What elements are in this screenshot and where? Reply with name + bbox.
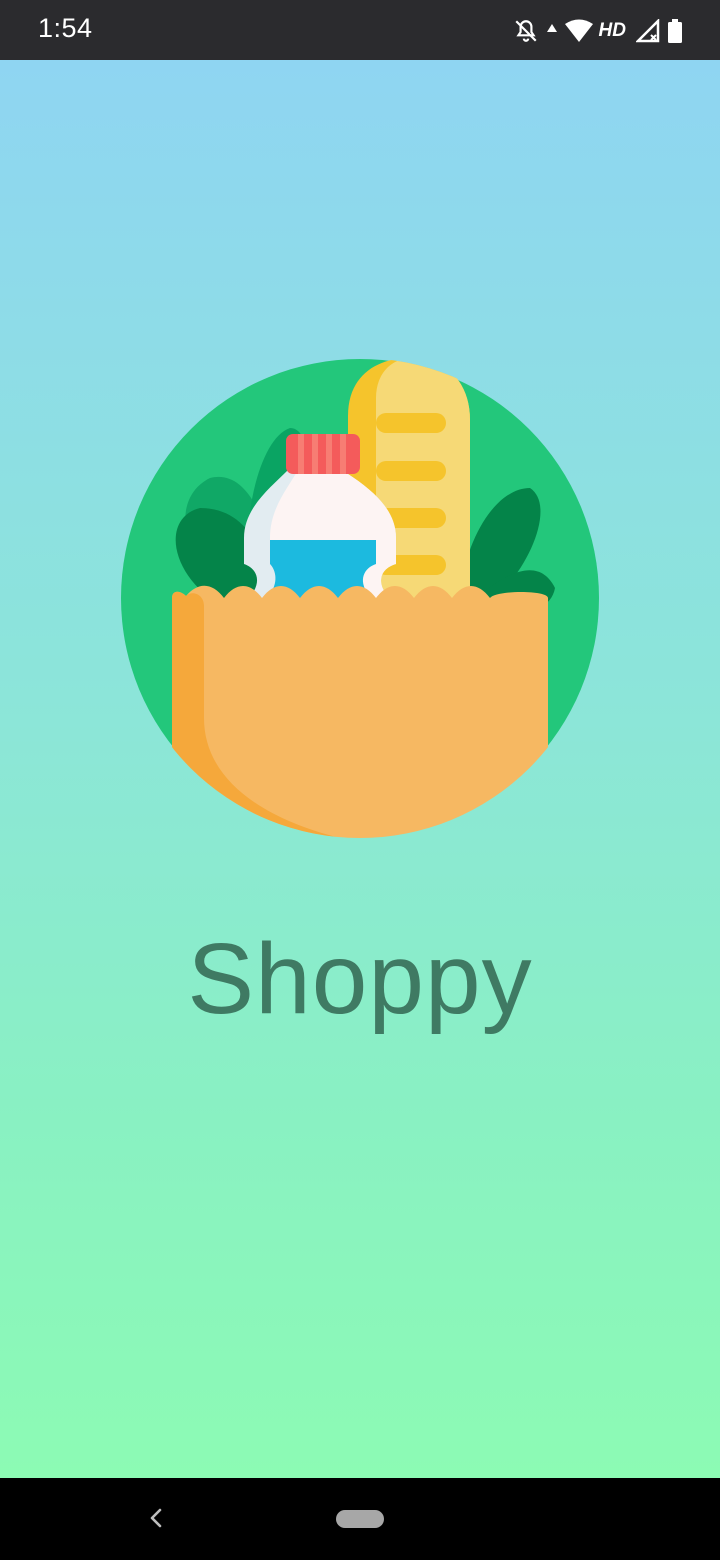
splash-screen: Shoppy [0, 60, 720, 1478]
notifications-off-icon [515, 20, 537, 42]
battery-icon [668, 19, 682, 43]
app-title: Shoppy [187, 923, 533, 1035]
signal-icon [636, 19, 660, 43]
wifi-icon [564, 19, 593, 42]
back-chevron-icon[interactable] [141, 1500, 171, 1536]
grocery-bag-icon [121, 358, 599, 838]
navigation-bar [0, 1478, 720, 1560]
status-time: 1:54 [38, 13, 93, 43]
home-pill-icon[interactable] [336, 1510, 384, 1528]
data-up-icon [546, 24, 557, 32]
status-icons: HD [513, 16, 682, 46]
network-type-label: HD [598, 20, 626, 41]
status-bar: 1:54 HD [0, 0, 720, 60]
